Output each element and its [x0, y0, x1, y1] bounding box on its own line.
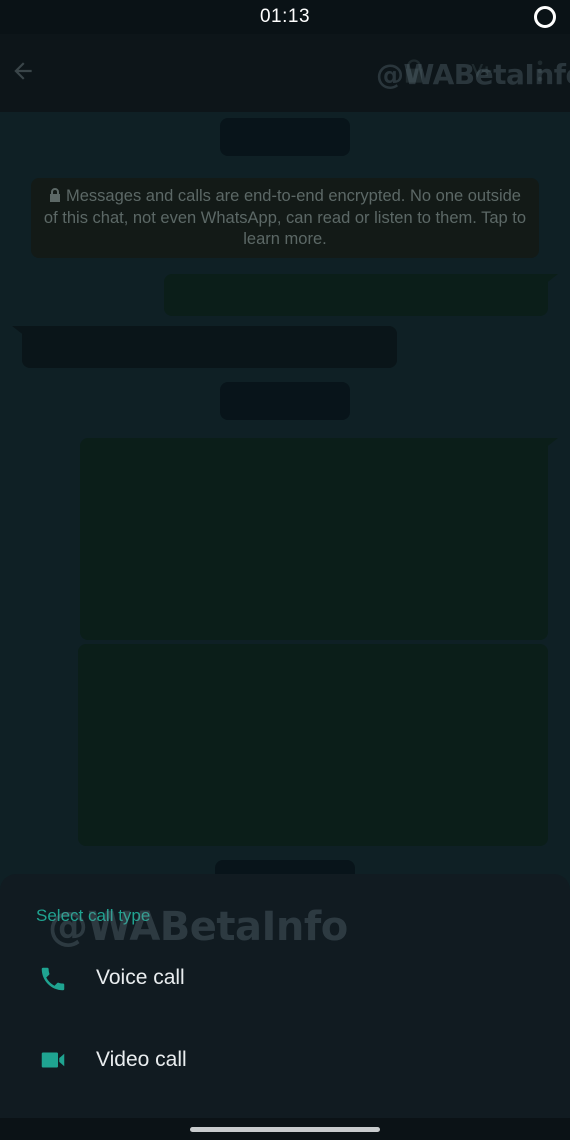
- video-call-label: Video call: [96, 1048, 187, 1071]
- status-indicator-icon: [534, 6, 556, 28]
- phone-icon: [41, 967, 65, 991]
- outgoing-media-message[interactable]: [80, 438, 548, 640]
- bubble-tail: [540, 438, 558, 452]
- voice-call-label: Voice call: [96, 966, 185, 989]
- back-arrow-icon[interactable]: [10, 58, 36, 84]
- outgoing-media-message[interactable]: [78, 644, 548, 846]
- date-chip: [220, 118, 350, 156]
- voice-call-option[interactable]: Voice call: [0, 938, 570, 1018]
- chat-header: @WABetaInfo: [0, 34, 570, 112]
- incoming-message[interactable]: [22, 326, 397, 368]
- video-call-option[interactable]: Video call: [0, 1020, 570, 1100]
- status-time: 01:13: [259, 6, 311, 27]
- bubble-tail: [12, 326, 30, 340]
- encryption-notice[interactable]: Messages and calls are end-to-end encryp…: [31, 178, 539, 258]
- bubble-tail: [540, 274, 558, 288]
- video-camera-icon: [41, 1052, 65, 1068]
- home-gesture-handle[interactable]: [190, 1127, 380, 1132]
- outgoing-message[interactable]: [164, 274, 548, 316]
- encryption-notice-text: Messages and calls are end-to-end encryp…: [43, 187, 527, 248]
- lock-icon: [50, 188, 61, 202]
- chat-area: Messages and calls are end-to-end encryp…: [0, 112, 570, 902]
- date-chip: [220, 382, 350, 420]
- call-type-sheet: Select call type @WABetaInfo Voice call …: [0, 874, 570, 1118]
- watermark-header: @WABetaInfo: [376, 58, 570, 91]
- navigation-bar: [0, 1118, 570, 1140]
- status-bar: 01:13: [0, 0, 570, 34]
